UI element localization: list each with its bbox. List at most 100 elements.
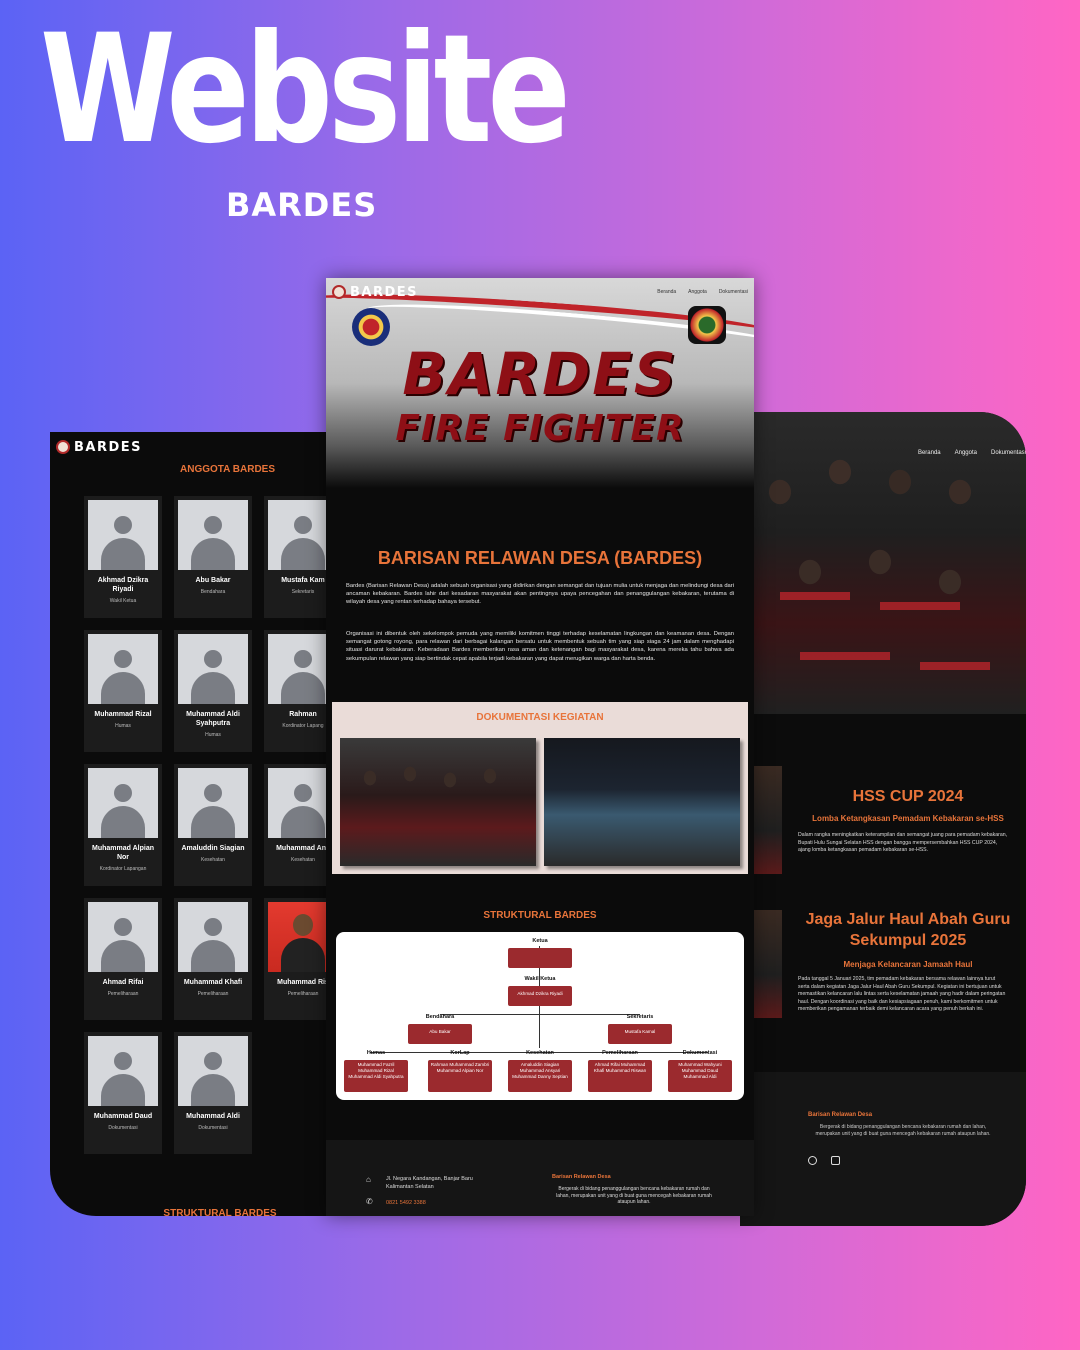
avatar-placeholder-icon (88, 500, 158, 570)
group-photo (740, 412, 1026, 714)
logo-text[interactable]: BARDES (74, 440, 142, 455)
org-division-box: Muhammad Wahyuni Muhammad Daud Muhammad … (668, 1060, 732, 1092)
avatar-placeholder-icon (88, 1036, 158, 1106)
footer-description: Bergerak di bidang penanggulangan bencan… (815, 1124, 991, 1137)
nav-link-dokumentasi[interactable]: Dokumentasi (991, 450, 1026, 456)
event-title: Jaga Jalur Haul Abah Guru Sekumpul 2025 (805, 911, 1011, 949)
events-page-screenshot: Beranda Anggota Dokumentasi HSS CUP 2024… (740, 412, 1026, 1226)
navbar: BARDES Beranda Anggota Dokumentasi (326, 278, 754, 306)
footer-phone[interactable]: 0821 5492 3388 (386, 1200, 426, 1208)
org-bendahara-label: Bendahara (425, 1014, 455, 1020)
about-paragraph: Organisasi ini dibentuk oleh sekelompok … (346, 631, 734, 662)
org-sekretaris-label: Sekretaris (626, 1014, 654, 1020)
org-division-label: Humas (366, 1050, 386, 1056)
avatar-placeholder-icon (178, 902, 248, 972)
phone-icon: ✆ (366, 1197, 373, 1206)
documentation-section: DOKUMENTASI KEGIATAN (332, 702, 748, 874)
members-heading: ANGGOTA BARDES (180, 464, 275, 475)
org-division-box: Muhammad Fazril Muhammad Rizal Muhammad … (344, 1060, 408, 1092)
avatar-placeholder-icon (178, 1036, 248, 1106)
member-role: Kordinator Lapangan (99, 866, 147, 872)
org-sekretaris-box: Mustafa Kamal (608, 1024, 672, 1044)
member-role: Wakil Ketua (109, 598, 137, 604)
event-thumbnail (754, 910, 782, 1018)
event-title: HSS CUP 2024 (852, 788, 964, 805)
member-name: Abu Bakar (195, 577, 231, 584)
instagram-icon[interactable] (831, 1156, 841, 1165)
member-card[interactable]: Muhammad Rizal Humas (84, 630, 162, 752)
banner-subtitle: FIRE FIGHTER (395, 408, 685, 449)
org-division-box: Ahmad Rifai Muhammad Khafi Muhammad Risw… (588, 1060, 652, 1092)
member-card[interactable]: Muhammad Alpian Nor Kordinator Lapangan (84, 764, 162, 886)
avatar-placeholder-icon (88, 768, 158, 838)
footer: Barisan Relawan Desa Bergerak di bidang … (740, 1072, 1026, 1226)
logo-icon (56, 440, 70, 454)
member-name: Muhammad Rizal (94, 711, 152, 718)
member-card[interactable]: Muhammad Khafi Pemeliharaan (174, 898, 252, 1020)
member-card[interactable]: Muhammad Daud Dokumentasi (84, 1032, 162, 1154)
org-chart: Ketua Wakil Ketua Akhmad Dzikra Riyadi B… (336, 932, 744, 1100)
footer-org-desc: Bergerak di bidang penanggulangan bencan… (556, 1186, 712, 1205)
org-division-box: Rahman Muhammad Zambri Muhammad Alpian N… (428, 1060, 492, 1092)
org-division-label: KorLap (450, 1050, 470, 1056)
member-role: Humas (115, 723, 131, 729)
logo-icon (332, 285, 346, 299)
home-icon: ⌂ (366, 1175, 371, 1184)
event-description: Pada tanggal 5 Januari 2025, tim pemadam… (798, 976, 1006, 1012)
nav-link-beranda[interactable]: Beranda (918, 450, 941, 456)
structure-title: STRUKTURAL BARDES (483, 910, 597, 921)
member-card[interactable]: Abu Bakar Bendahara (174, 496, 252, 618)
member-role: Kesehatan (201, 857, 225, 863)
footer: ⌂ Jl. Negara Kandangan, Banjar Baru Kali… (326, 1140, 754, 1216)
structure-heading: STRUKTURAL BARDES (163, 1208, 277, 1216)
about-title: BARISAN RELAWAN DESA (BARDES) (377, 548, 703, 568)
member-role: Bendahara (200, 589, 226, 595)
documentation-photo[interactable] (340, 738, 536, 866)
org-division-label: Pemeliharaan (602, 1050, 638, 1056)
member-card[interactable]: Muhammad Aldi Syahputra Humas (174, 630, 252, 752)
member-card[interactable]: Muhammad Aldi Dokumentasi (174, 1032, 252, 1154)
member-card[interactable]: Akhmad Dzikra Riyadi Wakil Ketua (84, 496, 162, 618)
org-wakil-box: Akhmad Dzikra Riyadi (508, 986, 572, 1006)
member-role: Dokumentasi (108, 1125, 138, 1131)
org-ketua-box (508, 948, 572, 968)
member-name: Ahmad Rifai (102, 979, 144, 986)
org-division-label: Kesehatan (526, 1050, 554, 1056)
member-role: Pemeliharaan (107, 991, 139, 997)
avatar-placeholder-icon (178, 500, 248, 570)
logo-text[interactable]: BARDES (350, 285, 418, 300)
nav-link-beranda[interactable]: Beranda (657, 289, 676, 295)
hero-title: Website (40, 3, 571, 177)
member-role: Dokumentasi (198, 1125, 228, 1131)
member-name: Muhammad Khafi (183, 979, 243, 986)
avatar-placeholder-icon (178, 634, 248, 704)
member-name: Muhammad Alpian Nor (92, 845, 154, 861)
org-ketua-label: Ketua (532, 938, 548, 944)
member-role: Humas (205, 732, 221, 738)
member-card[interactable]: Amaluddin Siagian Kesehatan (174, 764, 252, 886)
member-card[interactable]: Ahmad Rifai Pemeliharaan (84, 898, 162, 1020)
event-subtitle: Menjaga Kelancaran Jamaah Haul (843, 960, 973, 969)
hero-banner: BARDES FIRE FIGHTER (326, 278, 754, 488)
whatsapp-icon[interactable] (808, 1156, 817, 1165)
nav-link-dokumentasi[interactable]: Dokumentasi (719, 289, 748, 295)
documentation-photo[interactable] (544, 738, 740, 866)
member-grid: Akhmad Dzikra Riyadi Wakil Ketua Abu Bakar… (84, 496, 340, 1154)
regency-emblem-icon (688, 306, 726, 344)
nav-link-anggota[interactable]: Anggota (955, 450, 977, 456)
navbar: BARDES (50, 432, 340, 462)
org-division-box: Amaluddin Siagian Muhammad Ansyari Muham… (508, 1060, 572, 1092)
event-subtitle: Lomba Ketangkasan Pemadam Kebakaran se-H… (812, 814, 1004, 823)
member-role: Pemeliharaan (197, 991, 229, 997)
avatar-placeholder-icon (88, 634, 158, 704)
about-paragraph: Bardes (Barisan Relawan Desa) adalah seb… (346, 583, 734, 606)
home-page-screenshot: BARDES FIRE FIGHTER BARDES Beranda Anggo… (326, 278, 754, 1216)
footer-title: Barisan Relawan Desa (808, 1112, 873, 1118)
nav-link-anggota[interactable]: Anggota (688, 289, 707, 295)
members-page-screenshot: BARDES ANGGOTA BARDES Akhmad Dzikra Riya… (50, 432, 340, 1216)
org-wakil-label: Wakil Ketua (524, 976, 556, 982)
banner-title: BARDES (402, 340, 678, 408)
member-name: Muhammad Aldi Syahputra (186, 711, 240, 727)
event-thumbnail (754, 766, 782, 874)
member-name: Amaluddin Siagian (181, 845, 245, 852)
